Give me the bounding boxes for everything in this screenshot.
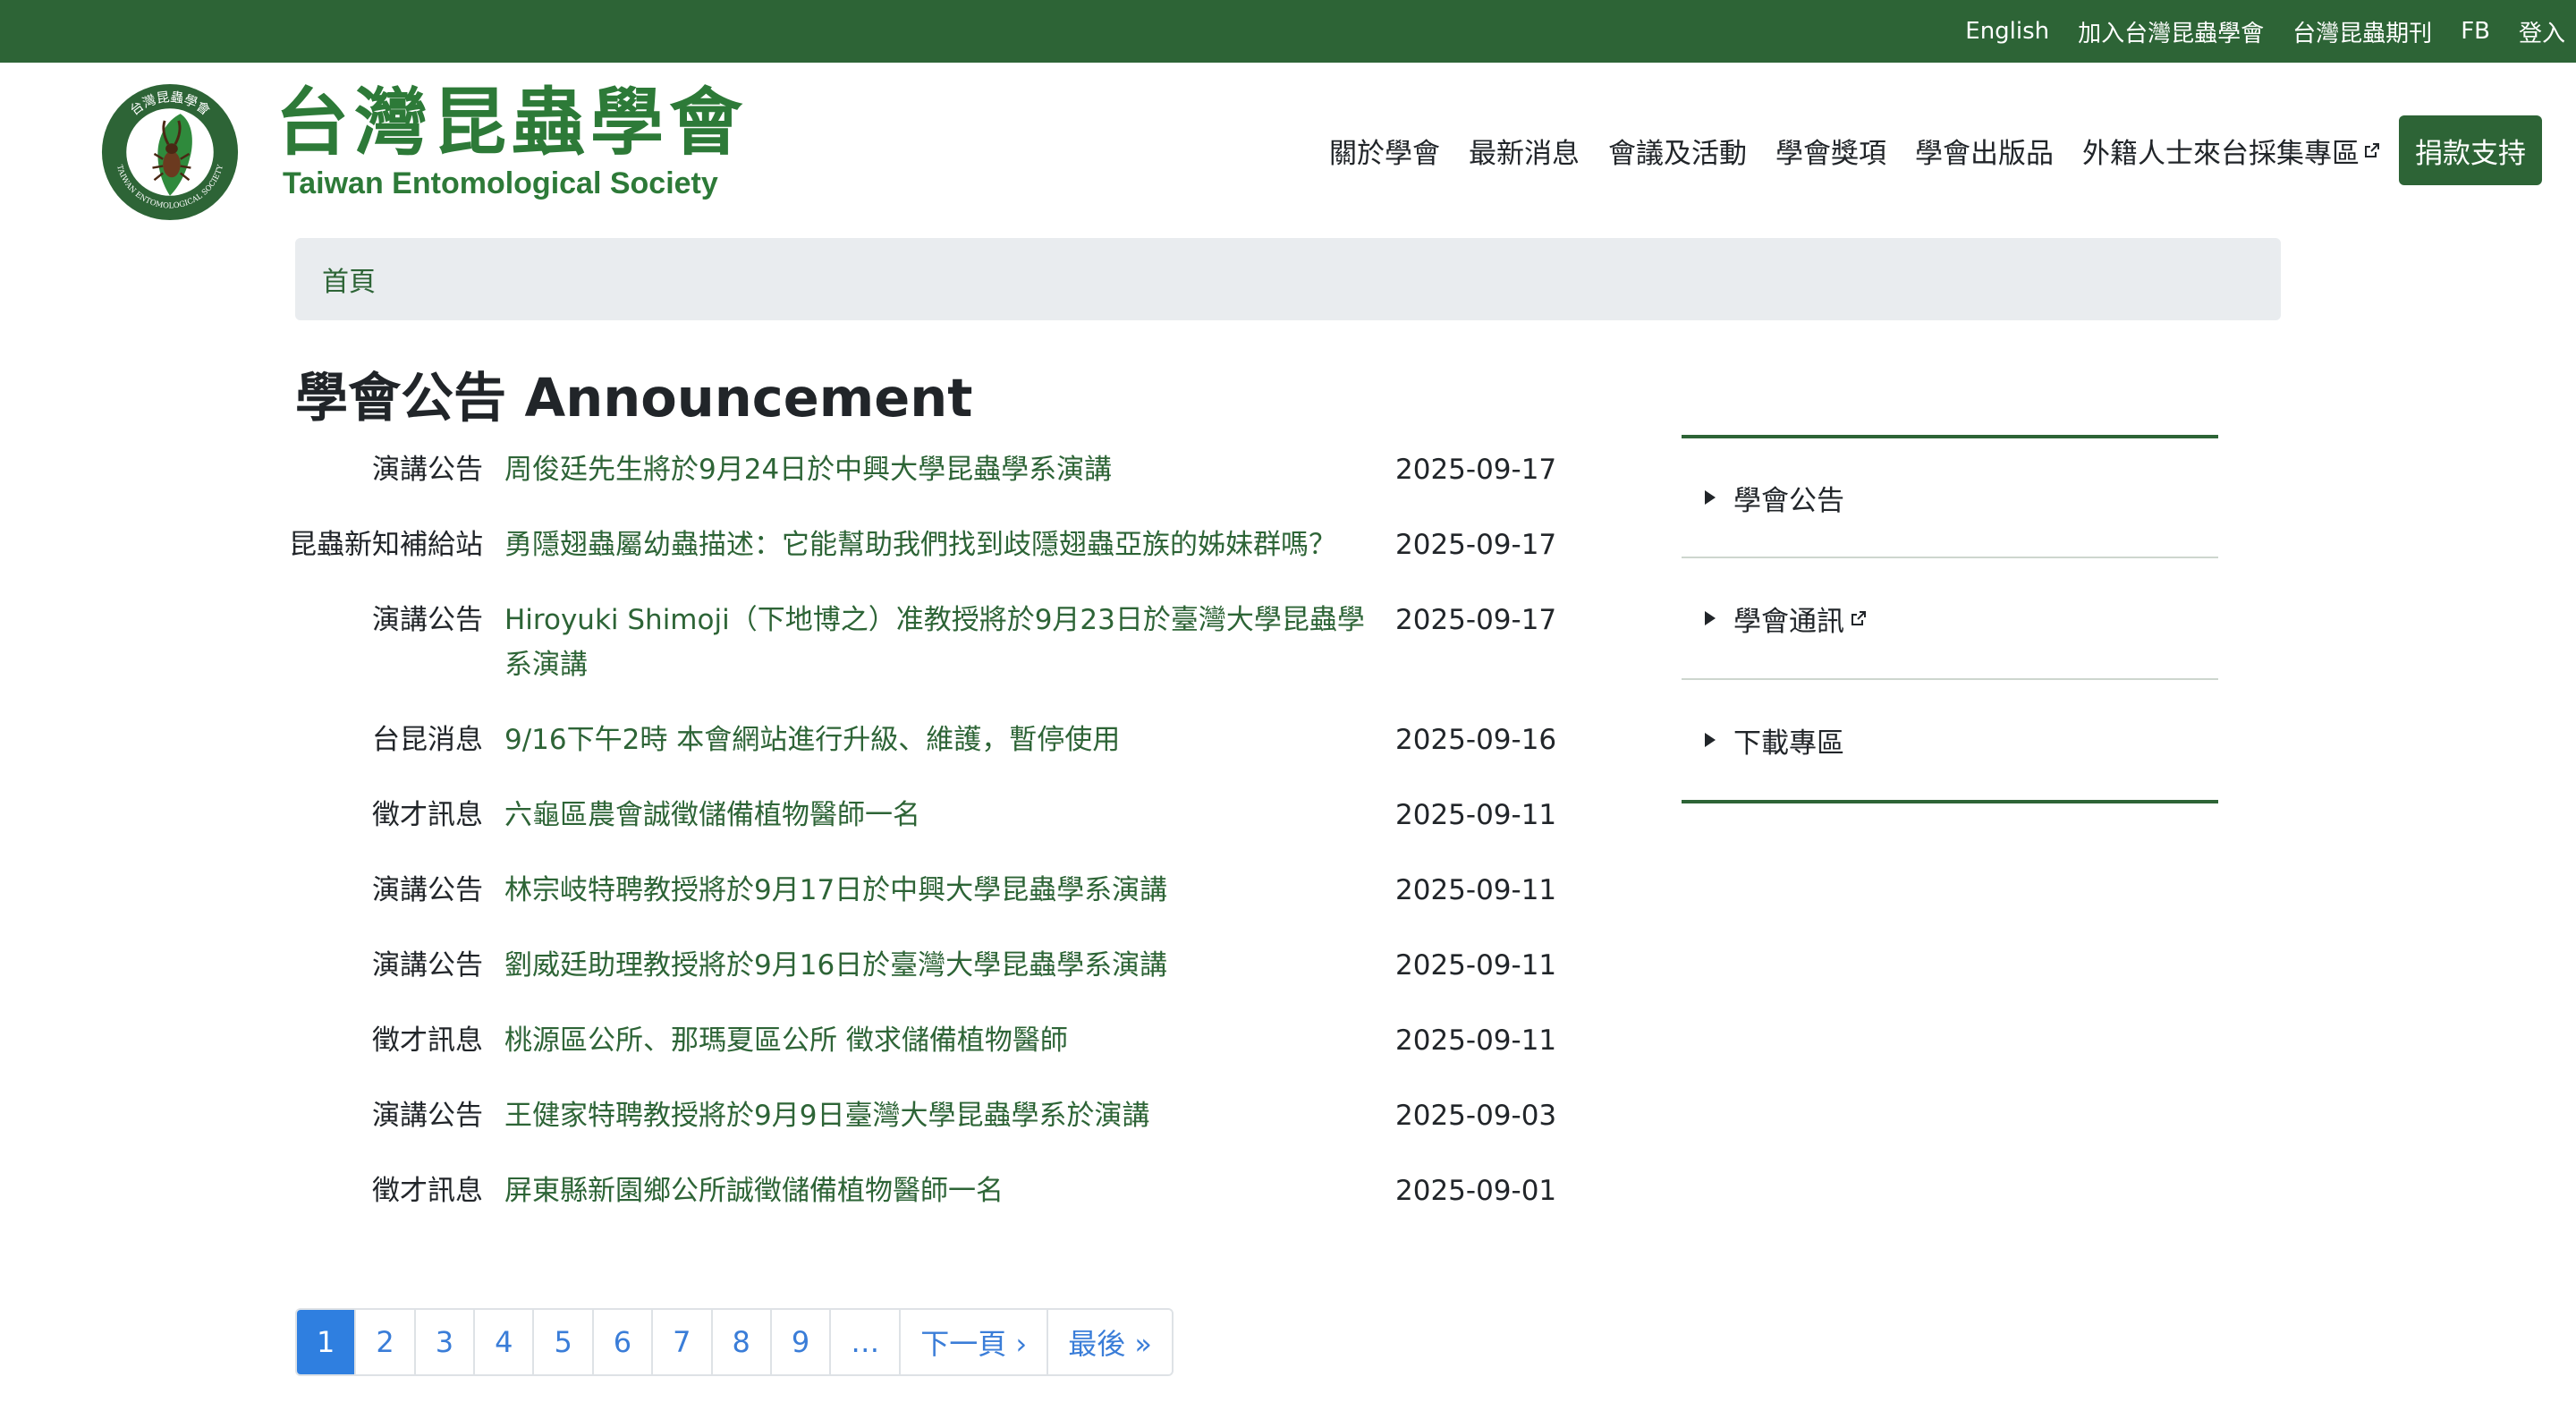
page-link-current[interactable]: 1 bbox=[297, 1310, 357, 1374]
external-link-icon bbox=[2365, 143, 2379, 157]
external-link-icon bbox=[1852, 611, 1866, 625]
site-header: 台灣昆蟲學會 TAIWAN ENTOMOLOGICAL SOCIETY 台灣昆蟲… bbox=[0, 63, 2576, 238]
list-item: 演講公告 劉威廷助理教授將於9月16日於臺灣大學昆蟲學系演講 2025-09-1… bbox=[268, 943, 1601, 988]
sidebar-item-downloads[interactable]: 下載專區 bbox=[1682, 678, 2218, 800]
announcement-title-link[interactable]: 王健家特聘教授將於9月9日臺灣大學昆蟲學系於演講 bbox=[504, 1093, 1381, 1138]
top-link-english[interactable]: English bbox=[1965, 18, 2049, 45]
list-item: 徵才訊息 屏東縣新園鄉公所誠徵儲備植物醫師一名 2025-09-01 bbox=[268, 1169, 1601, 1213]
page-title: 學會公告 Announcement bbox=[295, 367, 973, 429]
announcement-title-link[interactable]: 9/16下午2時 本會網站進行升級、維護，暫停使用 bbox=[504, 718, 1381, 762]
announcement-title-link[interactable]: 林宗岐特聘教授將於9月17日於中興大學昆蟲學系演講 bbox=[504, 868, 1381, 913]
announcement-category: 昆蟲新知補給站 bbox=[289, 529, 483, 561]
announcement-date: 2025-09-11 bbox=[1395, 949, 1557, 982]
sidebar-item-label: 學會公告 bbox=[1733, 484, 1844, 517]
announcement-date: 2025-09-01 bbox=[1395, 1175, 1557, 1207]
list-item: 昆蟲新知補給站 勇隱翅蟲屬幼蟲描述：它能幫助我們找到歧隱翅蟲亞族的姊妹群嗎？ 2… bbox=[268, 523, 1601, 567]
donate-button[interactable]: 捐款支持 bbox=[2399, 115, 2542, 185]
announcement-category: 演講公告 bbox=[372, 604, 483, 636]
last-page-link[interactable]: 最後 » bbox=[1048, 1310, 1172, 1374]
breadcrumb-home[interactable]: 首頁 bbox=[322, 259, 376, 299]
nav-publications[interactable]: 學會出版品 bbox=[1915, 131, 2054, 171]
nav-foreign-collection[interactable]: 外籍人士來台採集專區 bbox=[2082, 131, 2381, 171]
announcement-date: 2025-09-03 bbox=[1395, 1100, 1557, 1132]
disclosure-triangle-icon bbox=[1705, 611, 1716, 625]
announcement-title-link[interactable]: 桃源區公所、那瑪夏區公所 徵求儲備植物醫師 bbox=[504, 1018, 1381, 1063]
announcement-date: 2025-09-17 bbox=[1395, 529, 1557, 561]
list-item: 演講公告 Hiroyuki Shimoji（下地博之）准教授將於9月23日於臺灣… bbox=[268, 598, 1601, 687]
list-item: 徵才訊息 六龜區農會誠徵儲備植物醫師一名 2025-09-11 bbox=[268, 793, 1601, 837]
top-link-login[interactable]: 登入 bbox=[2519, 15, 2565, 48]
top-links: English 加入台灣昆蟲學會 台灣昆蟲期刊 FB 登入 bbox=[1936, 0, 2576, 63]
page-link[interactable]: 7 bbox=[653, 1310, 713, 1374]
sidebar-item-newsletter[interactable]: 學會通訊 bbox=[1682, 557, 2218, 678]
announcement-date: 2025-09-11 bbox=[1395, 1024, 1557, 1057]
announcement-title-link[interactable]: Hiroyuki Shimoji（下地博之）准教授將於9月23日於臺灣大學昆蟲學… bbox=[504, 598, 1381, 687]
next-page-link[interactable]: 下一頁 › bbox=[901, 1310, 1049, 1374]
announcement-category: 演講公告 bbox=[372, 454, 483, 486]
announcement-title-link[interactable]: 勇隱翅蟲屬幼蟲描述：它能幫助我們找到歧隱翅蟲亞族的姊妹群嗎？ bbox=[504, 523, 1381, 567]
list-item: 演講公告 周俊廷先生將於9月24日於中興大學昆蟲學系演講 2025-09-17 bbox=[268, 447, 1601, 492]
announcement-date: 2025-09-11 bbox=[1395, 874, 1557, 906]
top-link-facebook[interactable]: FB bbox=[2461, 18, 2490, 45]
sidebar-item-announcements[interactable]: 學會公告 bbox=[1682, 435, 2218, 557]
sidebar-bottom-divider bbox=[1682, 800, 2218, 803]
page-link[interactable]: 5 bbox=[534, 1310, 594, 1374]
disclosure-triangle-icon bbox=[1705, 733, 1716, 747]
disclosure-triangle-icon bbox=[1705, 490, 1716, 505]
top-utility-bar: English 加入台灣昆蟲學會 台灣昆蟲期刊 FB 登入 bbox=[0, 0, 2576, 63]
announcement-category: 徵才訊息 bbox=[372, 799, 483, 831]
pagination: 1 2 3 4 5 6 7 8 9 … 下一頁 › 最後 » bbox=[295, 1308, 1174, 1376]
sidebar-item-label: 學會通訊 bbox=[1733, 605, 1844, 638]
announcement-date: 2025-09-17 bbox=[1395, 454, 1557, 486]
announcement-title-link[interactable]: 劉威廷助理教授將於9月16日於臺灣大學昆蟲學系演講 bbox=[504, 943, 1381, 988]
nav-news[interactable]: 最新消息 bbox=[1469, 131, 1580, 171]
society-logo[interactable]: 台灣昆蟲學會 TAIWAN ENTOMOLOGICAL SOCIETY bbox=[100, 82, 240, 222]
announcement-title-link[interactable]: 屏東縣新園鄉公所誠徵儲備植物醫師一名 bbox=[504, 1169, 1381, 1213]
announcement-category: 演講公告 bbox=[372, 949, 483, 982]
announcement-list: 演講公告 周俊廷先生將於9月24日於中興大學昆蟲學系演講 2025-09-17 … bbox=[268, 447, 1601, 1244]
announcement-date: 2025-09-11 bbox=[1395, 799, 1557, 831]
breadcrumb: 首頁 bbox=[295, 238, 2281, 320]
announcement-category: 徵才訊息 bbox=[372, 1175, 483, 1207]
page-link[interactable]: 2 bbox=[356, 1310, 416, 1374]
announcement-title-link[interactable]: 周俊廷先生將於9月24日於中興大學昆蟲學系演講 bbox=[504, 447, 1381, 492]
list-item: 演講公告 林宗岐特聘教授將於9月17日於中興大學昆蟲學系演講 2025-09-1… bbox=[268, 868, 1601, 913]
sidebar-menu: 學會公告 學會通訊 下載專區 bbox=[1682, 435, 2218, 803]
page-link[interactable]: 3 bbox=[415, 1310, 476, 1374]
announcement-category: 演講公告 bbox=[372, 1100, 483, 1132]
announcement-date: 2025-09-16 bbox=[1395, 724, 1557, 756]
announcement-category: 徵才訊息 bbox=[372, 1024, 483, 1057]
page-link[interactable]: 4 bbox=[475, 1310, 535, 1374]
brand-name-en[interactable]: Taiwan Entomological Society bbox=[283, 168, 718, 199]
top-link-join[interactable]: 加入台灣昆蟲學會 bbox=[2078, 15, 2264, 48]
list-item: 徵才訊息 桃源區公所、那瑪夏區公所 徵求儲備植物醫師 2025-09-11 bbox=[268, 1018, 1601, 1063]
nav-about[interactable]: 關於學會 bbox=[1329, 131, 1440, 171]
sidebar-item-label: 下載專區 bbox=[1733, 727, 1844, 760]
page-ellipsis: … bbox=[831, 1310, 902, 1374]
list-item: 台昆消息 9/16下午2時 本會網站進行升級、維護，暫停使用 2025-09-1… bbox=[268, 718, 1601, 762]
page-link[interactable]: 6 bbox=[593, 1310, 654, 1374]
announcement-date: 2025-09-17 bbox=[1395, 604, 1557, 636]
announcement-category: 演講公告 bbox=[372, 874, 483, 906]
list-item: 演講公告 王健家特聘教授將於9月9日臺灣大學昆蟲學系於演講 2025-09-03 bbox=[268, 1093, 1601, 1138]
page-link[interactable]: 9 bbox=[771, 1310, 832, 1374]
page-link[interactable]: 8 bbox=[712, 1310, 772, 1374]
nav-awards[interactable]: 學會獎項 bbox=[1775, 131, 1886, 171]
top-link-journal[interactable]: 台灣昆蟲期刊 bbox=[2292, 15, 2432, 48]
announcement-category: 台昆消息 bbox=[372, 724, 483, 756]
nav-foreign-collection-label: 外籍人士來台採集專區 bbox=[2082, 137, 2360, 170]
main-nav: 關於學會 最新消息 會議及活動 學會獎項 學會出版品 外籍人士來台採集專區 捐款… bbox=[1301, 115, 2542, 186]
announcement-title-link[interactable]: 六龜區農會誠徵儲備植物醫師一名 bbox=[504, 793, 1381, 837]
brand-name-zh[interactable]: 台灣昆蟲學會 bbox=[275, 86, 748, 159]
nav-events[interactable]: 會議及活動 bbox=[1608, 131, 1747, 171]
